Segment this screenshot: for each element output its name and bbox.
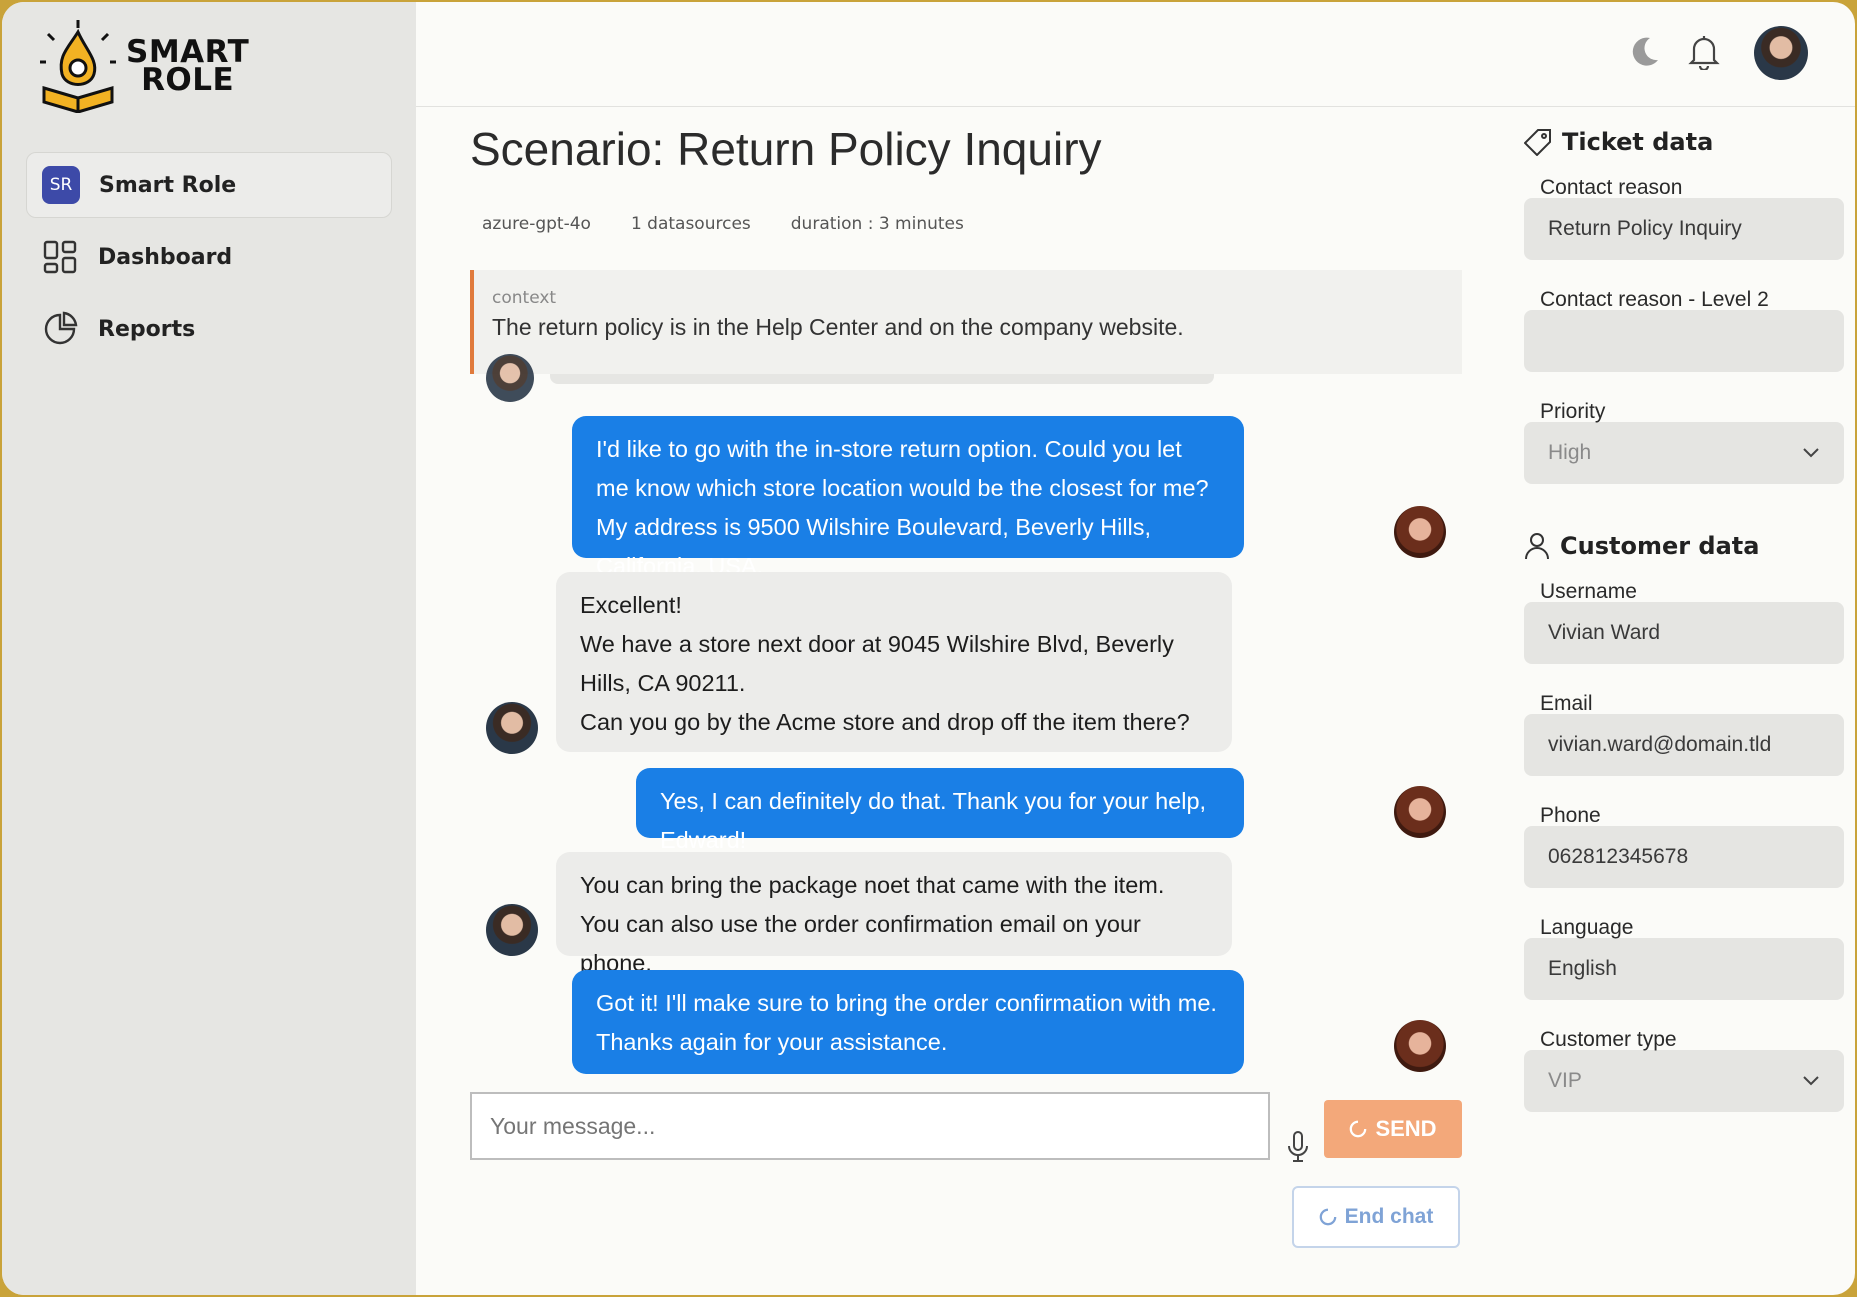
app-window: SMART ROLE SR Smart Role Dashboard Repor… [2, 2, 1855, 1295]
send-button-label: SEND [1375, 1116, 1437, 1141]
username-input[interactable]: Vivian Ward [1524, 602, 1844, 664]
section-title: Customer data [1560, 532, 1760, 560]
bell-icon[interactable] [1684, 32, 1724, 72]
loading-spinner-icon [1350, 1120, 1367, 1138]
smart-role-logo[interactable]: SMART ROLE [40, 18, 280, 118]
ticket-data-heading: Ticket data [1524, 122, 1846, 162]
sr-badge: SR [42, 166, 80, 204]
context-text: The return policy is in the Help Center … [492, 314, 1184, 340]
user-message: Yes, I can definitely do that. Thank you… [636, 768, 1244, 853]
previous-message-edge [550, 374, 1214, 384]
bot-message: You can bring the package noet that came… [556, 852, 1232, 976]
message-text: Can you go by the Acme store and drop of… [580, 709, 1190, 735]
model-name: azure-gpt-4o [482, 214, 591, 234]
customer-type-select[interactable]: VIP [1524, 1050, 1844, 1112]
message-input[interactable] [470, 1092, 1270, 1160]
sidebar-item-label: Dashboard [98, 244, 233, 270]
sidebar-item-dashboard[interactable]: Dashboard [26, 224, 392, 290]
field-label: Contact reason [1540, 176, 1683, 199]
contact-reason-field: Return Policy Inquiry Contact reason [1524, 176, 1846, 274]
field-label: Language [1540, 916, 1634, 939]
user-avatar[interactable] [1754, 26, 1808, 80]
field-label: Phone [1540, 804, 1601, 827]
field-label: Contact reason - Level 2 [1540, 288, 1769, 311]
field-label: Customer type [1540, 1028, 1677, 1051]
sidebar-item-label: Reports [98, 316, 196, 342]
email-input[interactable]: vivian.ward@domain.tld [1524, 714, 1844, 776]
tag-icon [1524, 129, 1551, 156]
username-field: Vivian Ward Username [1524, 580, 1846, 678]
chevron-down-icon [1803, 448, 1819, 458]
field-label: Priority [1540, 400, 1606, 423]
contact-reason-input[interactable]: Return Policy Inquiry [1524, 198, 1844, 260]
datasources-count: 1 datasources [630, 214, 751, 234]
user-icon [1525, 533, 1549, 560]
sidebar-item-label: Smart Role [99, 172, 237, 198]
message-text: We have a store next door at 9045 Wilshi… [580, 631, 1174, 696]
customer-type-value: VIP [1548, 1069, 1582, 1092]
agent-avatar [486, 904, 538, 956]
agent-avatar [486, 702, 538, 754]
priority-select[interactable]: High [1524, 422, 1844, 484]
logo-wordmark: SMART ROLE [126, 37, 249, 98]
sr-badge-icon: SR [41, 165, 81, 205]
moon-icon[interactable] [1624, 32, 1664, 72]
context-label: context [492, 288, 557, 308]
field-label: Email [1540, 692, 1593, 715]
chevron-down-icon [1803, 1076, 1819, 1086]
message-text: Got it! I'll make sure to bring the orde… [596, 990, 1217, 1055]
customer-avatar [1394, 1020, 1446, 1072]
email-field: vivian.ward@domain.tld Email [1524, 692, 1846, 790]
logo-line-2: ROLE [141, 62, 235, 98]
message-text: Excellent! [580, 592, 682, 618]
context-box: context The return policy is in the Help… [470, 270, 1462, 374]
phone-input[interactable]: 062812345678 [1524, 826, 1844, 888]
dashboard-grid-icon [40, 237, 80, 277]
contact-reason-level2-field: Contact reason - Level 2 [1524, 288, 1846, 386]
message-text: I'd like to go with the in-store return … [596, 436, 1209, 579]
loading-spinner-icon [1319, 1208, 1336, 1226]
scenario-meta: azure-gpt-4o 1 datasources duration : 3 … [482, 214, 964, 234]
end-chat-label: End chat [1344, 1205, 1434, 1228]
sidebar-item-reports[interactable]: Reports [26, 296, 392, 362]
duration: duration : 3 minutes [790, 214, 964, 234]
section-title: Ticket data [1562, 128, 1714, 156]
user-message: Got it! I'll make sure to bring the orde… [572, 970, 1244, 1074]
sidebar: SMART ROLE SR Smart Role Dashboard Repor… [2, 2, 416, 1295]
bot-message: Excellent! We have a store next door at … [556, 572, 1232, 752]
end-chat-button[interactable]: End chat [1292, 1186, 1460, 1248]
customer-data-heading: Customer data [1524, 526, 1846, 566]
chat-thread[interactable]: I'd like to go with the in-store return … [470, 354, 1462, 1082]
details-panel: Ticket data Return Policy Inquiry Contac… [1524, 122, 1846, 1126]
language-input[interactable]: English [1524, 938, 1844, 1000]
message-text: You can bring the package noet that came… [580, 872, 1165, 976]
priority-value: High [1548, 441, 1592, 464]
sidebar-item-smart-role[interactable]: SR Smart Role [26, 152, 392, 218]
language-field: English Language [1524, 916, 1846, 1014]
sidebar-nav: SR Smart Role Dashboard Reports [26, 152, 392, 368]
bot-avatar [486, 354, 534, 402]
customer-avatar [1394, 786, 1446, 838]
field-label: Username [1540, 580, 1637, 603]
user-message: I'd like to go with the in-store return … [572, 416, 1244, 579]
contact-reason-level2-input[interactable] [1524, 310, 1844, 372]
page-title: Scenario: Return Policy Inquiry [470, 123, 1102, 175]
send-button[interactable]: SEND [1324, 1100, 1462, 1158]
pie-chart-icon [40, 309, 80, 349]
customer-avatar [1394, 506, 1446, 558]
microphone-icon[interactable] [1286, 1130, 1310, 1164]
message-text: Yes, I can definitely do that. Thank you… [660, 788, 1207, 853]
priority-field: High Priority [1524, 400, 1846, 498]
logo-flame-book-icon [40, 20, 116, 114]
customer-type-field: VIP Customer type [1524, 1028, 1846, 1126]
phone-field: 062812345678 Phone [1524, 804, 1846, 902]
